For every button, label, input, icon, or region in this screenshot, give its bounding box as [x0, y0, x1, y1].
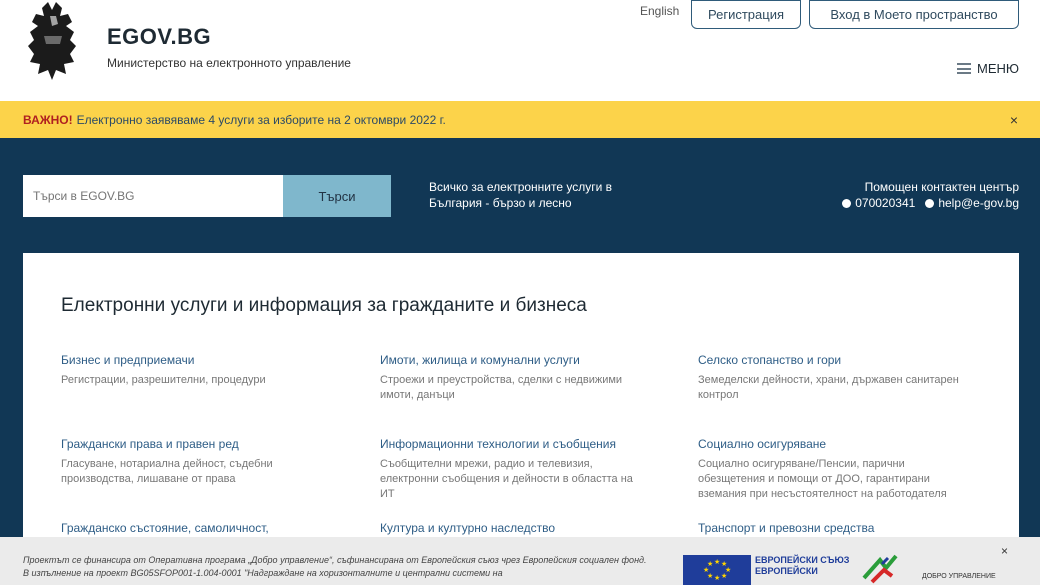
search-input[interactable] — [23, 175, 283, 217]
service-item[interactable]: Бизнес и предприемачи Регистрации, разре… — [61, 353, 331, 388]
service-title[interactable]: Селско стопанство и гори — [698, 353, 968, 367]
close-icon[interactable]: × — [1001, 544, 1008, 558]
login-button[interactable]: Вход в Моето пространство — [809, 0, 1019, 29]
site-header: EGOV.BG Министерство на електронното упр… — [0, 0, 1040, 101]
coat-of-arms-logo[interactable] — [22, 2, 86, 80]
services-card: Електронни услуги и информация за гражда… — [23, 253, 1019, 585]
service-title[interactable]: Информационни технологии и съобщения — [380, 437, 650, 451]
eu-flag-icon: ★ ★ ★ ★ ★ ★ ★ ★ — [683, 555, 751, 585]
services-heading: Електронни услуги и информация за гражда… — [61, 295, 587, 316]
alert-text[interactable]: Електронно заявяваме 4 услуги за изборит… — [77, 113, 446, 127]
service-title[interactable]: Гражданско състояние, самоличност, — [61, 521, 331, 535]
service-item[interactable]: Граждански права и правен ред Гласуване,… — [61, 437, 331, 487]
hamburger-icon — [957, 63, 971, 74]
language-link-english[interactable]: English — [640, 4, 679, 18]
register-button[interactable]: Регистрация — [691, 0, 801, 29]
phone-number: 070020341 — [855, 196, 916, 210]
service-item[interactable]: Селско стопанство и гори Земеделски дейн… — [698, 353, 968, 403]
site-title[interactable]: EGOV.BG — [107, 24, 211, 50]
alert-strong: ВАЖНО! — [23, 112, 73, 127]
search-button[interactable]: Търси — [283, 175, 391, 217]
service-desc: Съобщителни мрежи, радио и телевизия, ел… — [380, 458, 633, 500]
service-desc: Регистрации, разрешителни, процедури — [61, 374, 266, 386]
good-governance-logo: ДОБРО УПРАВЛЕНИЕ — [862, 554, 996, 584]
eu-label-line1: ЕВРОПЕЙСКИ СЪЮЗ — [755, 555, 850, 565]
service-item[interactable]: Социално осигуряване Социално осигуряван… — [698, 437, 968, 502]
eu-label-line2: ЕВРОПЕЙСКИ — [755, 566, 818, 576]
service-desc: Гласуване, нотариална дейност, съдебни п… — [61, 458, 273, 485]
funding-banner: Проектът се финансира от Оперативна прог… — [0, 537, 1040, 585]
menu-label: МЕНЮ — [977, 61, 1020, 76]
email-address: help@e-gov.bg — [938, 196, 1019, 210]
email-icon — [925, 198, 935, 208]
service-desc: Земеделски дейности, храни, държавен сан… — [698, 374, 959, 401]
hero-tagline: Всичко за електронните услуги в България… — [429, 180, 613, 210]
eu-logo: ★ ★ ★ ★ ★ ★ ★ ★ ЕВРОПЕЙСКИ СЪЮЗ ЕВРОПЕЙС… — [683, 555, 849, 585]
service-title[interactable]: Граждански права и правен ред — [61, 437, 331, 451]
service-desc: Социално осигуряване/Пенсии, парични обе… — [698, 458, 947, 500]
service-item[interactable]: Информационни технологии и съобщения Съо… — [380, 437, 650, 502]
email-link[interactable]: help@e-gov.bg — [925, 195, 1019, 211]
important-alert: ВАЖНО! Електронно заявяваме 4 услуги за … — [0, 101, 1040, 138]
dobro-label: ДОБРО УПРАВЛЕНИЕ — [922, 573, 996, 580]
service-item[interactable]: Имоти, жилища и комунални услуги Строежи… — [380, 353, 650, 403]
service-title[interactable]: Социално осигуряване — [698, 437, 968, 451]
service-title[interactable]: Бизнес и предприемачи — [61, 353, 331, 367]
close-icon[interactable]: × — [1010, 112, 1018, 128]
phone-link[interactable]: 070020341 — [842, 195, 915, 211]
menu-button[interactable]: МЕНЮ — [957, 61, 1019, 76]
service-title[interactable]: Култура и културно наследство — [380, 521, 650, 535]
service-title[interactable]: Транспорт и превозни средства — [698, 521, 968, 535]
phone-icon — [842, 198, 852, 208]
funding-text: Проектът се финансира от Оперативна прог… — [23, 555, 647, 578]
contact-center: Помощен контактен център 070020341 help@… — [842, 179, 1019, 211]
site-subtitle: Министерство на електронното управление — [107, 56, 351, 70]
service-desc: Строежи и преустройства, сделки с недвиж… — [380, 374, 623, 401]
service-title[interactable]: Имоти, жилища и комунални услуги — [380, 353, 650, 367]
contact-title: Помощен контактен център — [864, 180, 1019, 194]
